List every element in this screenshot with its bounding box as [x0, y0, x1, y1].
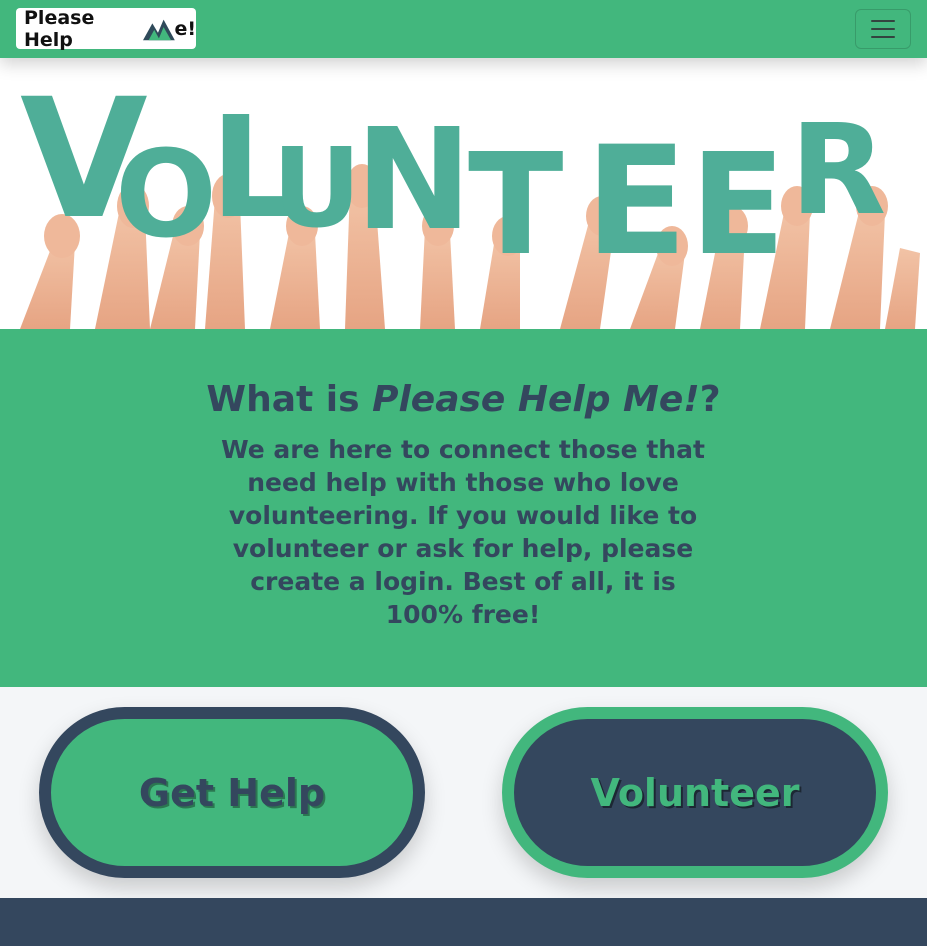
hero-banner-image: V O L U N T E E R [0, 58, 927, 329]
svg-text:R: R [790, 98, 886, 243]
volunteer-button[interactable]: Volunteer [502, 707, 888, 878]
mountain-m-logo-icon [142, 19, 175, 40]
svg-text:E: E [585, 115, 687, 289]
svg-text:N: N [355, 99, 472, 262]
navbar: Please Help e! [0, 0, 927, 58]
hamburger-menu-button[interactable] [855, 9, 911, 49]
hamburger-line-icon [871, 20, 895, 22]
svg-text:E: E [690, 124, 786, 287]
about-heading-brand: Please Help Me! [372, 379, 700, 420]
hamburger-line-icon [871, 36, 895, 38]
about-description: We are here to connect those that need h… [221, 435, 705, 629]
about-section: What is Please Help Me!? We are here to … [0, 329, 927, 687]
hamburger-line-icon [871, 28, 895, 30]
footer [0, 898, 927, 946]
about-heading: What is Please Help Me!? [0, 379, 927, 420]
get-help-button[interactable]: Get Help [39, 707, 425, 878]
about-heading-suffix: ? [699, 379, 721, 420]
brand-text-prefix: Please Help [24, 6, 95, 51]
svg-text:T: T [468, 124, 564, 287]
about-heading-prefix: What is [206, 379, 373, 420]
svg-text:U: U [272, 124, 361, 252]
brand-text-suffix: e! [174, 17, 196, 40]
call-to-action-section: Get Help Volunteer [0, 687, 927, 898]
brand-logo[interactable]: Please Help e! [16, 6, 196, 51]
svg-text:O: O [115, 126, 217, 265]
volunteer-letters-illustration: V O L U N T E E R [0, 58, 927, 329]
